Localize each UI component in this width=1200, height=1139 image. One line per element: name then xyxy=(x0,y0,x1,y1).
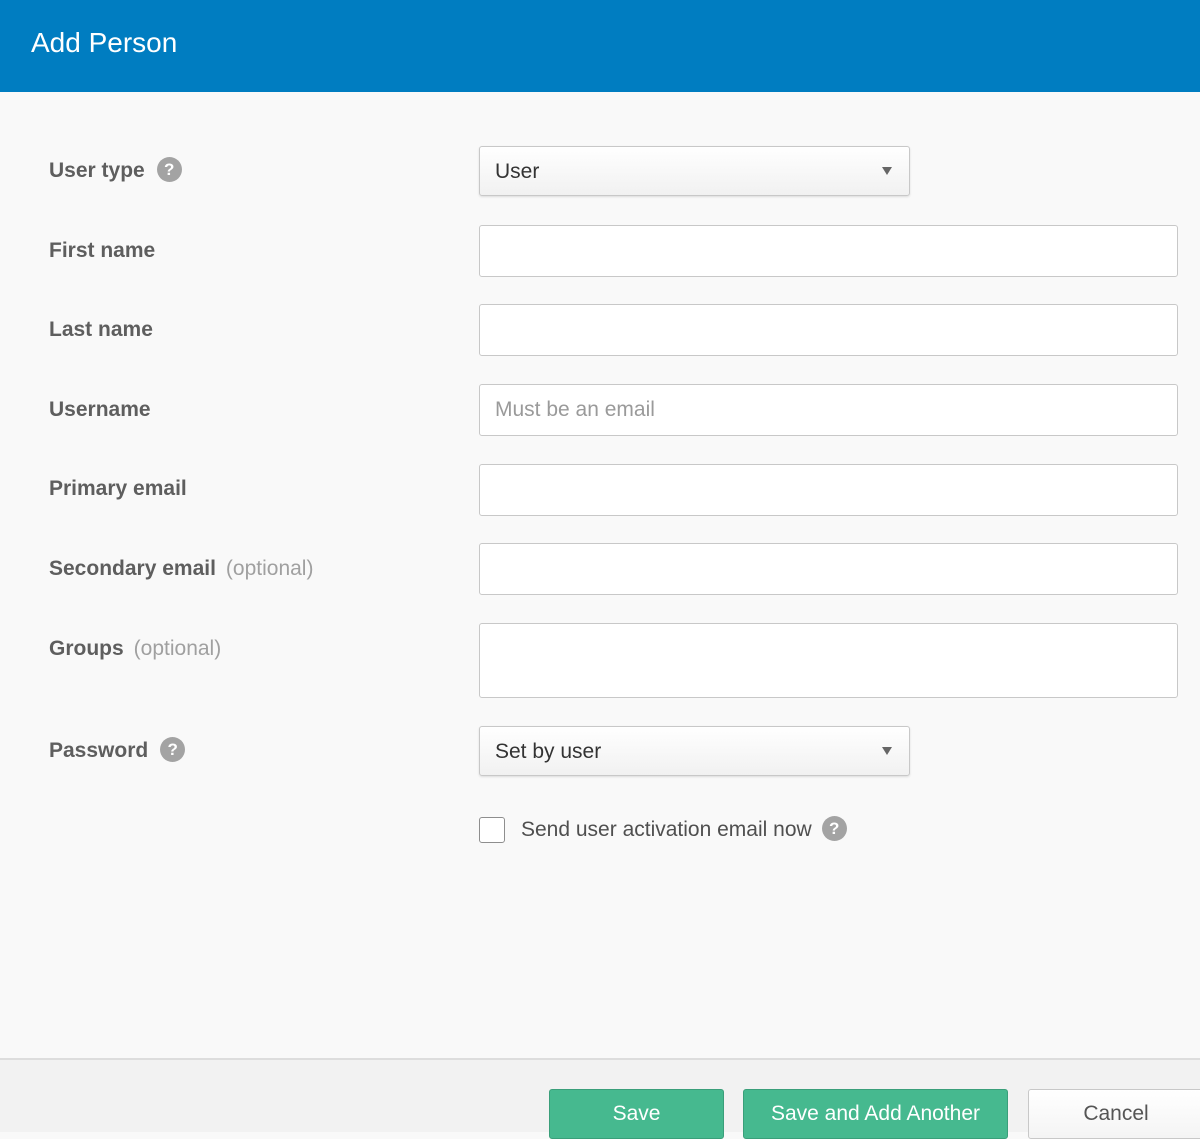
secondary-email-label: Secondary email (optional) xyxy=(49,556,313,582)
activation-email-checkbox[interactable] xyxy=(479,817,505,843)
primary-email-input[interactable] xyxy=(479,464,1178,516)
secondary-email-label-text: Secondary email xyxy=(49,557,216,580)
help-icon[interactable]: ? xyxy=(156,156,182,182)
first-name-input[interactable] xyxy=(479,225,1178,277)
user-type-select[interactable]: User xyxy=(479,146,910,196)
password-label-text: Password xyxy=(49,739,149,762)
dropdown-arrow-icon xyxy=(882,167,892,175)
dropdown-arrow-icon xyxy=(882,747,892,755)
help-icon[interactable]: ? xyxy=(160,736,186,762)
user-type-label-text: User type xyxy=(49,159,145,182)
password-value: Set by user xyxy=(495,740,602,763)
optional-hint: (optional) xyxy=(225,557,314,580)
secondary-email-input[interactable] xyxy=(479,543,1178,595)
password-label: Password? xyxy=(49,736,186,764)
last-name-label: Last name xyxy=(49,318,153,341)
user-type-value: User xyxy=(495,160,540,183)
password-select[interactable]: Set by user xyxy=(479,726,910,776)
optional-hint: (optional) xyxy=(133,637,222,660)
help-icon[interactable]: ? xyxy=(821,815,847,841)
last-name-input[interactable] xyxy=(479,304,1178,356)
primary-email-label: Primary email xyxy=(49,477,187,500)
activation-email-label-text[interactable]: Send user activation email now xyxy=(521,818,812,841)
activation-email-label: Send user activation email now? xyxy=(521,815,847,843)
first-name-label: First name xyxy=(49,239,156,262)
modal-header: Add Person xyxy=(0,0,1200,92)
page-title: Add Person xyxy=(31,27,178,58)
username-input[interactable] xyxy=(479,384,1178,436)
user-type-label: User type? xyxy=(49,156,182,184)
groups-input[interactable] xyxy=(479,623,1178,698)
groups-label-text: Groups xyxy=(49,637,124,660)
groups-label: Groups (optional) xyxy=(49,636,221,662)
username-label: Username xyxy=(49,398,151,421)
